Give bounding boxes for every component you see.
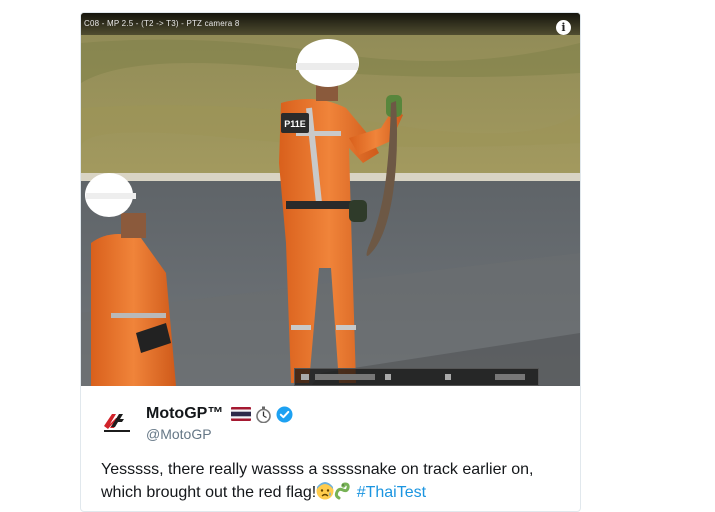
thailand-flag-icon (231, 407, 251, 421)
tweet-header: MotoGP™ @MotoGP (81, 386, 580, 446)
snake-icon (335, 482, 350, 500)
anxious-face-icon (316, 482, 334, 500)
track-scene-image: P11E (81, 13, 580, 386)
info-icon[interactable]: i (556, 20, 571, 35)
author-handle[interactable]: @MotoGP (146, 426, 212, 442)
tweet-media[interactable]: P11E C08 - MP 2.5 - (T2 -> T3) - PTZ cam… (81, 13, 580, 386)
hashtag-link-thaitest[interactable]: #ThaiTest (357, 484, 426, 501)
tweet-card: P11E C08 - MP 2.5 - (T2 -> T3) - PTZ cam… (80, 12, 581, 512)
motogp-logo-icon[interactable] (102, 408, 132, 434)
author-name[interactable]: MotoGP™ (146, 405, 223, 423)
stopwatch-icon (256, 406, 271, 423)
camera-label: C08 - MP 2.5 - (T2 -> T3) - PTZ camera 8 (84, 19, 240, 28)
author-name-emojis (231, 405, 293, 423)
video-player-controls[interactable] (294, 368, 539, 386)
svg-text:P11E: P11E (284, 119, 306, 129)
tweet-text: Yesssss, there really wassss a sssssnake… (101, 458, 571, 504)
verified-badge-icon (276, 406, 293, 422)
